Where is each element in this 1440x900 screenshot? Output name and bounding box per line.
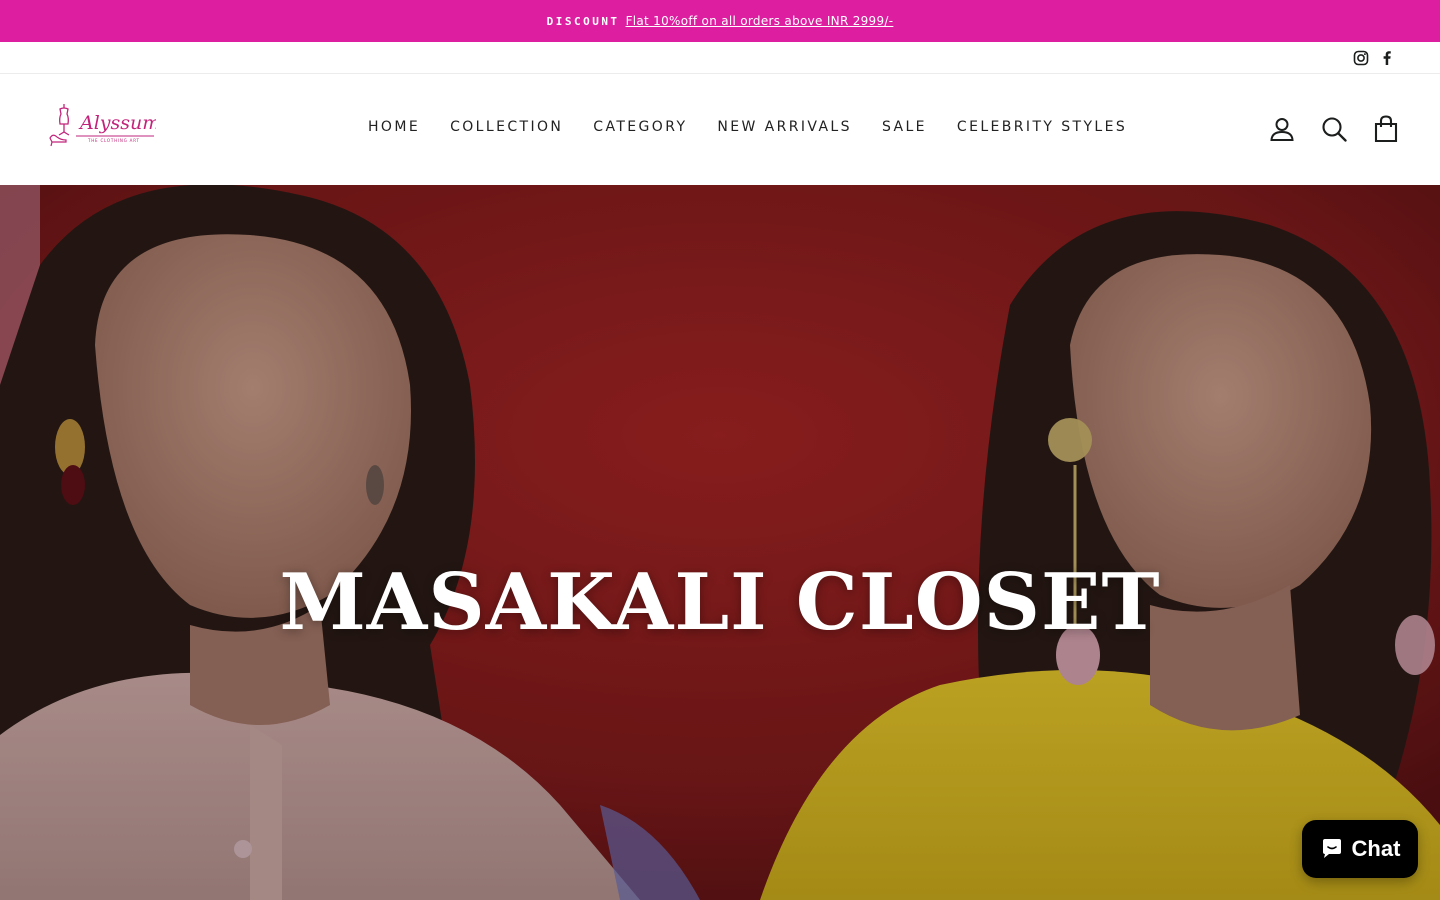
announcement-bar: DISCOUNT Flat 10%off on all orders above…	[0, 0, 1440, 42]
nav-sale[interactable]: SALE	[867, 111, 942, 143]
social-bar	[0, 42, 1440, 74]
logo-wordmark: Alyssum	[78, 112, 156, 134]
hero-image	[0, 185, 1440, 900]
site-logo[interactable]: Alyssum THE CLOTHING ART	[48, 102, 160, 150]
cart-icon[interactable]	[1371, 114, 1401, 144]
site-header: Alyssum THE CLOTHING ART HOME COLLECTION…	[0, 74, 1440, 185]
nav-home[interactable]: HOME	[353, 111, 435, 143]
hero-banner[interactable]: MASAKALI CLOSET	[0, 185, 1440, 900]
search-icon[interactable]	[1319, 114, 1349, 144]
chat-button[interactable]: Chat	[1302, 820, 1418, 878]
account-icon[interactable]	[1267, 114, 1297, 144]
main-nav: HOME COLLECTION CATEGORY NEW ARRIVALS SA…	[353, 111, 1142, 143]
hero-title: MASAKALI CLOSET	[279, 557, 1161, 648]
chat-bubble-icon	[1322, 839, 1341, 858]
facebook-icon[interactable]	[1377, 42, 1397, 74]
announcement-link[interactable]: Flat 10%off on all orders above INR 2999…	[626, 14, 894, 28]
nav-celebrity-styles[interactable]: CELEBRITY STYLES	[942, 111, 1142, 143]
nav-category[interactable]: CATEGORY	[578, 111, 702, 143]
announcement-label: DISCOUNT	[546, 14, 620, 28]
chat-label: Chat	[1351, 836, 1401, 861]
logo-tagline: THE CLOTHING ART	[87, 138, 140, 143]
nav-collection[interactable]: COLLECTION	[435, 111, 578, 143]
nav-new-arrivals[interactable]: NEW ARRIVALS	[702, 111, 867, 143]
instagram-icon[interactable]	[1351, 42, 1371, 74]
